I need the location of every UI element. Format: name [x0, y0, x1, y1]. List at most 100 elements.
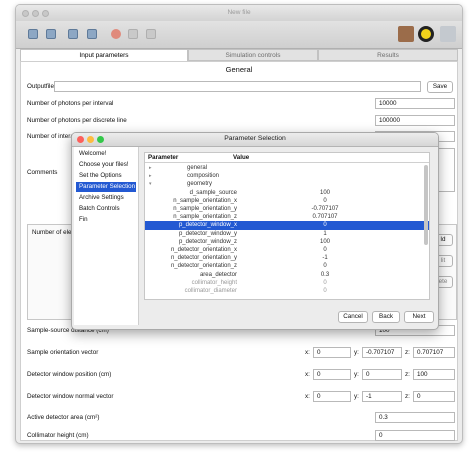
open-folder-icon[interactable]	[46, 29, 56, 39]
package-icon[interactable]	[398, 26, 414, 42]
step-welcome[interactable]: Welcome!	[76, 149, 136, 159]
outputfile-input[interactable]	[54, 81, 421, 92]
parameter-row[interactable]: d_sample_source 100	[145, 189, 429, 197]
copy-icon[interactable]	[128, 29, 138, 39]
detpos-z-label: z:	[405, 371, 410, 378]
parameter-name: p_detector_window_y	[178, 230, 237, 237]
orientation-z-label: z:	[405, 349, 410, 356]
area-label: Active detector area (cm²)	[27, 414, 100, 421]
detpos-z-input[interactable]: 100	[413, 369, 455, 380]
detpos-label: Detector window position (cm)	[27, 371, 112, 378]
parameter-row[interactable]: n_sample_orientation_z 0.707107	[145, 213, 429, 221]
save-as-icon[interactable]	[87, 29, 97, 39]
parameter-row[interactable]: n_sample_orientation_x 0	[145, 197, 429, 205]
parameter-value: 0	[323, 247, 327, 253]
parameter-name: n_detector_orientation_z	[170, 263, 237, 270]
collimator-label: Collimator height (cm)	[27, 432, 89, 439]
orientation-y-label: y:	[354, 349, 359, 356]
save-button[interactable]: Save	[427, 81, 453, 93]
orientation-x-input[interactable]: 0	[313, 347, 351, 358]
comments-label: Comments	[27, 169, 58, 176]
parameter-value: 0.3	[320, 271, 330, 278]
parameter-table: Parameter Value ▸ general ▸ composition ▾ geo…	[144, 152, 430, 300]
parameter-row[interactable]: ▸ composition	[145, 172, 429, 180]
new-file-icon[interactable]	[28, 29, 38, 39]
collapsed-arrow-icon[interactable]: ▸	[149, 172, 152, 180]
collimator-input[interactable]: 0	[375, 430, 455, 441]
step-choose-files[interactable]: Choose your files!	[76, 160, 136, 170]
area-input[interactable]: 0.3	[375, 412, 455, 423]
cancel-button[interactable]: Cancel	[338, 311, 368, 323]
parameter-column-header: Parameter	[148, 154, 179, 161]
tools-icon[interactable]	[440, 26, 456, 42]
step-batch-controls[interactable]: Batch Controls	[76, 204, 136, 214]
wizard-steps: Welcome! Choose your files! Set the Opti…	[74, 147, 139, 325]
detnorm-y-input[interactable]: -1	[362, 391, 402, 402]
parameter-row[interactable]: n_detector_orientation_y -1	[145, 254, 429, 262]
parameter-value: 100	[319, 189, 330, 196]
parameter-value: 0	[323, 288, 327, 294]
step-fin[interactable]: Fin	[76, 215, 136, 225]
cut-icon[interactable]	[111, 29, 121, 39]
parameter-row[interactable]: p_detector_window_y 1	[145, 230, 429, 238]
step-archive-settings[interactable]: Archive Settings	[76, 193, 136, 203]
parameter-row[interactable]: n_detector_orientation_z 0	[145, 262, 429, 270]
detpos-y-label: y:	[354, 371, 359, 378]
orientation-x-label: x:	[305, 349, 310, 356]
detnorm-x-label: x:	[305, 393, 310, 400]
step-set-options[interactable]: Set the Options	[76, 171, 136, 181]
parameter-value: -1	[322, 255, 328, 262]
parameter-value: 0	[323, 222, 327, 229]
parameter-row[interactable]: collimator_height 0	[145, 279, 429, 287]
step-parameter-selection[interactable]: Parameter Selection	[76, 182, 136, 192]
parameter-row[interactable]: area_detector 0.3	[145, 271, 429, 279]
parameter-row[interactable]: ▸ general	[145, 164, 429, 172]
parameter-name: geometry	[187, 181, 213, 188]
detpos-x-label: x:	[305, 371, 310, 378]
next-button[interactable]: Next	[404, 311, 434, 323]
window-title: New file	[227, 9, 251, 16]
parameter-name: n_sample_orientation_x	[173, 197, 237, 204]
parameter-row[interactable]: p_detector_window_x 0	[145, 221, 429, 230]
back-button[interactable]: Back	[372, 311, 400, 323]
title-bar: New file	[16, 5, 462, 22]
orientation-label: Sample orientation vector	[27, 349, 99, 356]
general-title: General	[225, 65, 253, 74]
parameter-row[interactable]: collimator_diameter 0	[145, 287, 429, 295]
expanded-arrow-icon[interactable]: ▾	[149, 180, 152, 188]
detnorm-z-input[interactable]: 0	[413, 391, 455, 402]
detnorm-label: Detector window normal vector	[27, 393, 114, 400]
tab-simulation-controls[interactable]: Simulation controls	[188, 49, 318, 61]
detnorm-x-input[interactable]: 0	[313, 391, 351, 402]
dialog-title-bar: Parameter Selection	[72, 133, 438, 147]
parameter-value: 100	[319, 238, 330, 245]
parameter-name: n_sample_orientation_z	[173, 214, 237, 221]
parameter-value: 1	[323, 230, 327, 237]
parameter-selection-dialog: Parameter Selection Welcome! Choose your…	[71, 132, 439, 330]
detpos-y-input[interactable]: 0	[362, 369, 402, 380]
parameter-row[interactable]: p_detector_window_z 100	[145, 238, 429, 246]
paste-icon[interactable]	[146, 29, 156, 39]
photons-interval-input[interactable]: 10000	[375, 98, 455, 109]
detpos-x-input[interactable]: 0	[313, 369, 351, 380]
tab-input-parameters[interactable]: Input parameters	[20, 49, 188, 61]
photons-line-input[interactable]: 100000	[375, 115, 455, 126]
orientation-y-input[interactable]: -0.707107	[362, 347, 402, 358]
table-scrollbar[interactable]	[424, 165, 428, 245]
radiation-icon[interactable]	[418, 26, 434, 42]
orientation-z-input[interactable]: 0.707107	[413, 347, 455, 358]
parameter-row[interactable]: ▾ geometry	[145, 180, 429, 188]
parameter-row[interactable]: n_detector_orientation_x 0	[145, 246, 429, 254]
collapsed-arrow-icon[interactable]: ▸	[149, 164, 152, 172]
parameter-value: 0.707107	[312, 214, 338, 221]
parameter-name: d_sample_source	[189, 189, 237, 196]
parameter-name: p_detector_window_z	[178, 238, 237, 245]
parameter-row[interactable]: n_sample_orientation_y -0.707107	[145, 205, 429, 213]
parameter-value: -0.707107	[311, 206, 339, 212]
dialog-title: Parameter Selection	[224, 135, 286, 142]
tab-results[interactable]: Results	[318, 49, 458, 61]
save-icon[interactable]	[68, 29, 78, 39]
parameter-value: 0	[323, 279, 327, 286]
parameter-name: collimator_height	[191, 279, 237, 286]
detnorm-z-label: z:	[405, 393, 410, 400]
